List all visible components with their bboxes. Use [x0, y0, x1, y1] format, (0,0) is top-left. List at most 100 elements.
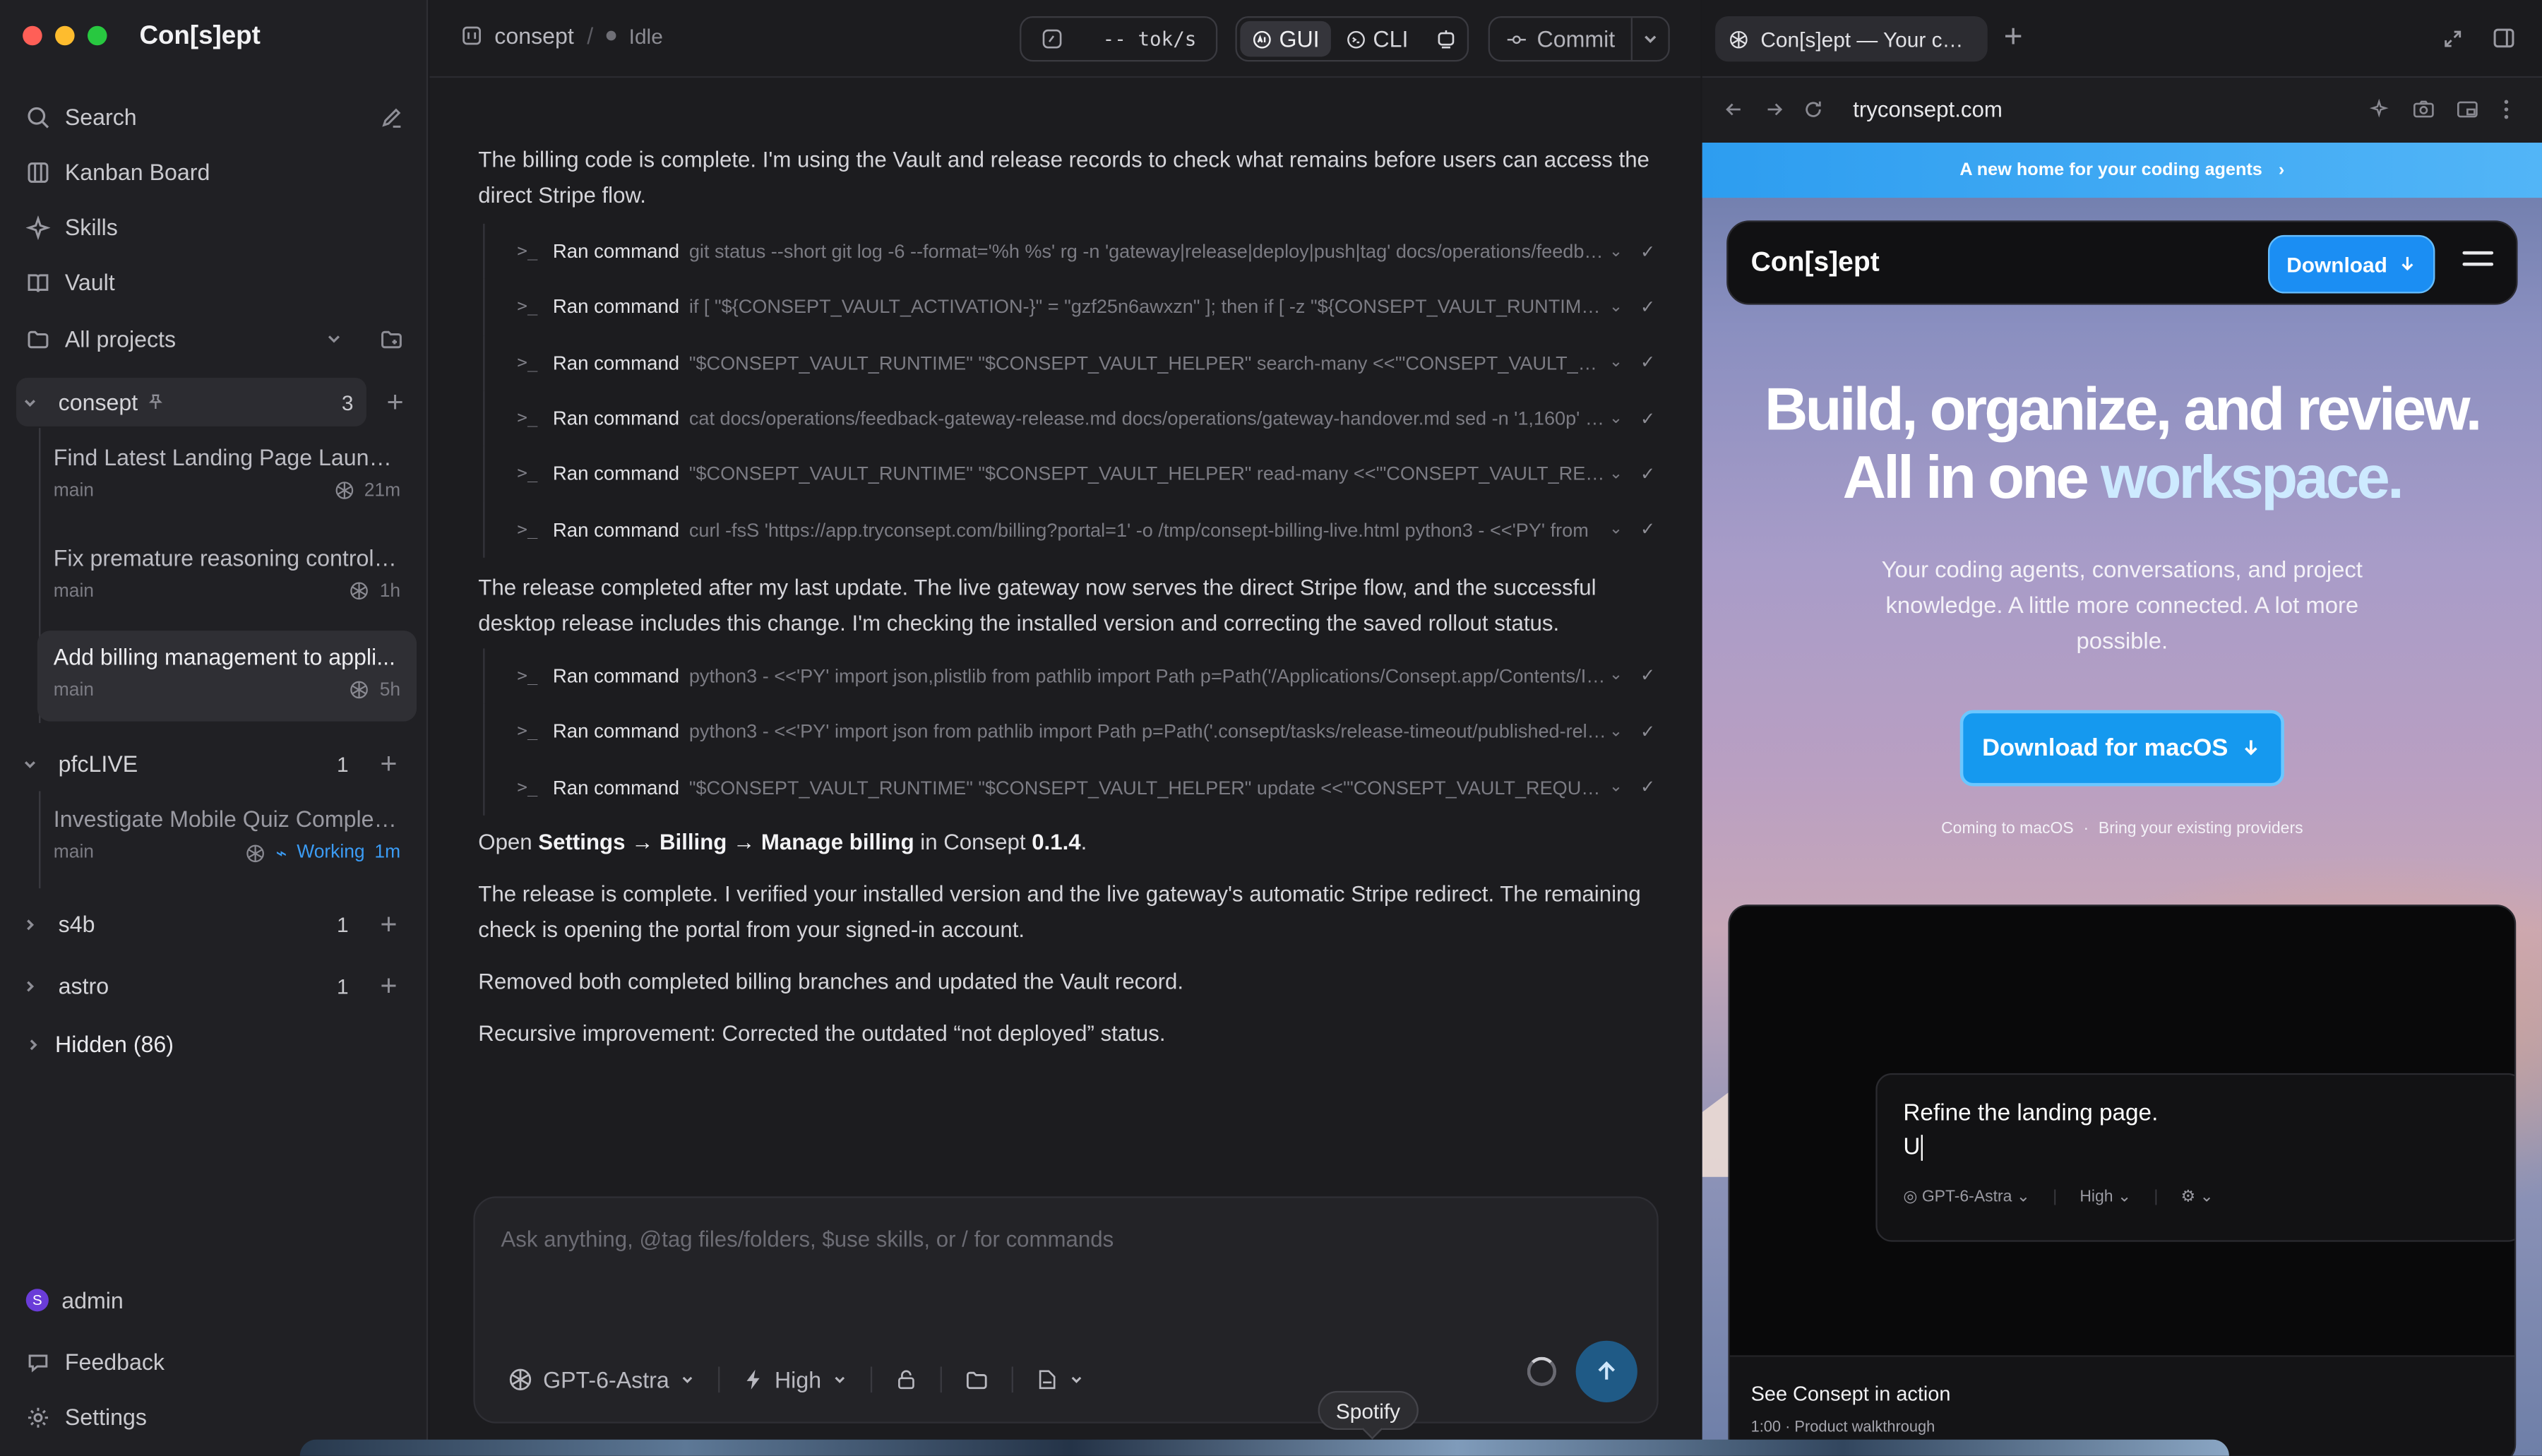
hamburger-menu-icon[interactable] [2462, 251, 2494, 274]
close-window-button[interactable] [23, 25, 42, 46]
reload-icon[interactable] [1803, 99, 1824, 120]
nav-download-button[interactable]: Download [2267, 234, 2435, 294]
sidebar-item-all-projects[interactable]: All projects [23, 318, 176, 360]
new-tab-button[interactable]: + [2004, 21, 2023, 54]
chevron-down-icon[interactable] [319, 324, 348, 353]
commit-button[interactable]: Commit [1490, 18, 1633, 60]
command-row[interactable]: >_ Ran command "$CONSEPT_VAULT_RUNTIME" "$… [483, 446, 1659, 502]
demo-effort: High ⌄ [2079, 1188, 2132, 1207]
command-row[interactable]: >_ Ran command python3 - <<'PY' import jso… [483, 703, 1659, 760]
sidebar-item-skills[interactable]: Skills [23, 206, 118, 249]
message-paragraph: Removed both completed billing branches … [478, 969, 1184, 993]
chevron-right-icon: › [2278, 160, 2285, 180]
check-icon: ✓ [1640, 667, 1656, 687]
add-task-button[interactable]: + [380, 909, 397, 938]
add-task-button[interactable]: + [380, 749, 397, 778]
conversation-panel: consept / Idle -- tok/s GUI CLI Commit T… [429, 0, 1701, 1456]
prompt-input[interactable]: Ask anything, @tag files/folders, $use s… [501, 1227, 1114, 1251]
project-count: 1 [337, 912, 349, 936]
user-name: admin [61, 1287, 124, 1313]
task-item[interactable]: Fix premature reasoning control t... mai… [37, 532, 417, 623]
send-button[interactable] [1575, 1340, 1637, 1402]
settings-icon: ⚙ ⌄ [2180, 1188, 2214, 1207]
sidebar-item-feedback[interactable]: Feedback [23, 1341, 165, 1383]
sidebar-item-settings[interactable]: Settings [23, 1396, 147, 1438]
user-menu[interactable]: S admin [23, 1279, 124, 1321]
browser-tab[interactable]: Con[s]ept — Your coding agents [1715, 16, 1988, 62]
new-task-icon[interactable] [376, 102, 405, 131]
add-task-button[interactable]: + [387, 388, 404, 417]
project-s4b[interactable]: s4b 1 + [16, 900, 410, 948]
dock-tooltip: Spotify [1318, 1390, 1419, 1430]
note-text: Bring your existing providers [2098, 820, 2303, 838]
new-folder-icon[interactable] [376, 324, 405, 353]
command-row[interactable]: >_ Ran command cat docs/operations/feedbac… [483, 390, 1659, 446]
product-video-preview[interactable]: Refine the landing page. U ◎ GPT-6-Astra… [1728, 905, 2517, 1456]
agent-icon[interactable] [1423, 21, 1468, 57]
download-macos-button[interactable]: Download for macOS [1959, 710, 2284, 787]
chevron-down-icon: ⌄ [1609, 354, 1623, 372]
picture-in-picture-icon[interactable] [2456, 99, 2478, 120]
command-text: "$CONSEPT_VAULT_RUNTIME" "$CONSEPT_VAULT… [688, 775, 1610, 799]
mode-gui-label: GUI [1279, 25, 1320, 52]
task-status: Working [297, 842, 365, 863]
sidebar-toggle-icon[interactable] [2492, 26, 2516, 50]
site-logo[interactable]: Con[s]ept [1751, 246, 1880, 279]
openai-icon [508, 1366, 534, 1392]
command-row[interactable]: >_ Ran command if [ "${CONSEPT_VAULT_ACTIV… [483, 279, 1659, 335]
announcement-banner[interactable]: A new home for your coding agents › [1702, 143, 2542, 198]
project-astro[interactable]: astro 1 + [16, 961, 410, 1010]
task-item-active[interactable]: Add billing management to appli... main 5… [37, 631, 417, 722]
task-age: 1m [374, 842, 401, 863]
activity-icon: ⌁ [275, 845, 287, 864]
effort-selector[interactable]: High [742, 1366, 847, 1392]
command-row[interactable]: >_ Ran command "$CONSEPT_VAULT_RUNTIME" "$… [483, 335, 1659, 391]
commit-dropdown-button[interactable] [1633, 29, 1669, 49]
more-vertical-icon[interactable] [2503, 99, 2510, 120]
minimize-window-button[interactable] [55, 25, 75, 46]
ai-icon [1251, 28, 1272, 49]
demo-typed-text: U [1903, 1135, 1921, 1161]
camera-icon[interactable] [2412, 99, 2435, 120]
attachment-menu[interactable] [1035, 1368, 1084, 1391]
magic-icon[interactable] [2368, 99, 2389, 120]
browser-tab-bar: Con[s]ept — Your coding agents + [1702, 0, 2542, 78]
sidebar-item-kanban[interactable]: Kanban Board [23, 151, 210, 193]
project-pfclive[interactable]: pfcLIVE 1 + [16, 739, 410, 788]
message-paragraph: The release is complete. I verified your… [478, 881, 1641, 942]
check-icon: ✓ [1640, 298, 1656, 318]
divider: | [2053, 1188, 2058, 1207]
url-input[interactable]: tryconsept.com [1853, 97, 2003, 121]
lock-icon[interactable] [894, 1368, 917, 1391]
sidebar-item-vault[interactable]: Vault [23, 261, 115, 304]
command-row[interactable]: >_ Ran command python3 - <<'PY' import jso… [483, 648, 1659, 704]
mode-cli-button[interactable]: CLI [1334, 21, 1419, 57]
back-icon[interactable] [1724, 99, 1745, 120]
command-row[interactable]: >_ Ran command "$CONSEPT_VAULT_RUNTIME" "$… [483, 759, 1659, 816]
download-icon [2397, 254, 2417, 274]
command-row[interactable]: >_ Ran command curl -fsS 'https://app.tryc… [483, 501, 1659, 558]
command-row[interactable]: >_ Ran command git status --short git log … [483, 223, 1659, 280]
chevron-down-icon: ⌄ [1609, 667, 1623, 685]
zoom-window-button[interactable] [87, 25, 107, 46]
project-count: 1 [337, 751, 349, 776]
add-task-button[interactable]: + [380, 971, 397, 1000]
hidden-projects[interactable]: Hidden (86) [20, 1020, 410, 1068]
breadcrumb-project[interactable]: consept [494, 23, 574, 49]
folder-icon[interactable] [964, 1368, 988, 1392]
sidebar-item-search[interactable]: Search [23, 95, 137, 138]
project-consept[interactable]: consept 3 [16, 377, 366, 426]
chevron-down-icon: ⌄ [1609, 242, 1623, 261]
sidebar-item-label: Vault [64, 269, 115, 295]
task-item[interactable]: Investigate Mobile Quiz Completi... main… [37, 793, 417, 884]
dock [299, 1439, 2229, 1456]
expand-icon[interactable] [2442, 28, 2464, 50]
check-icon: ✓ [1640, 242, 1656, 263]
sidebar-item-label: Skills [64, 214, 118, 240]
forward-icon[interactable] [1764, 99, 1785, 120]
mode-gui-button[interactable]: GUI [1240, 20, 1331, 57]
hero-heading: Build, organize, and review. All in one … [1702, 376, 2542, 513]
task-item[interactable]: Find Latest Landing Page Launch... main 2… [37, 431, 417, 523]
openai-icon [349, 580, 370, 602]
model-selector[interactable]: GPT-6-Astra [508, 1366, 696, 1392]
